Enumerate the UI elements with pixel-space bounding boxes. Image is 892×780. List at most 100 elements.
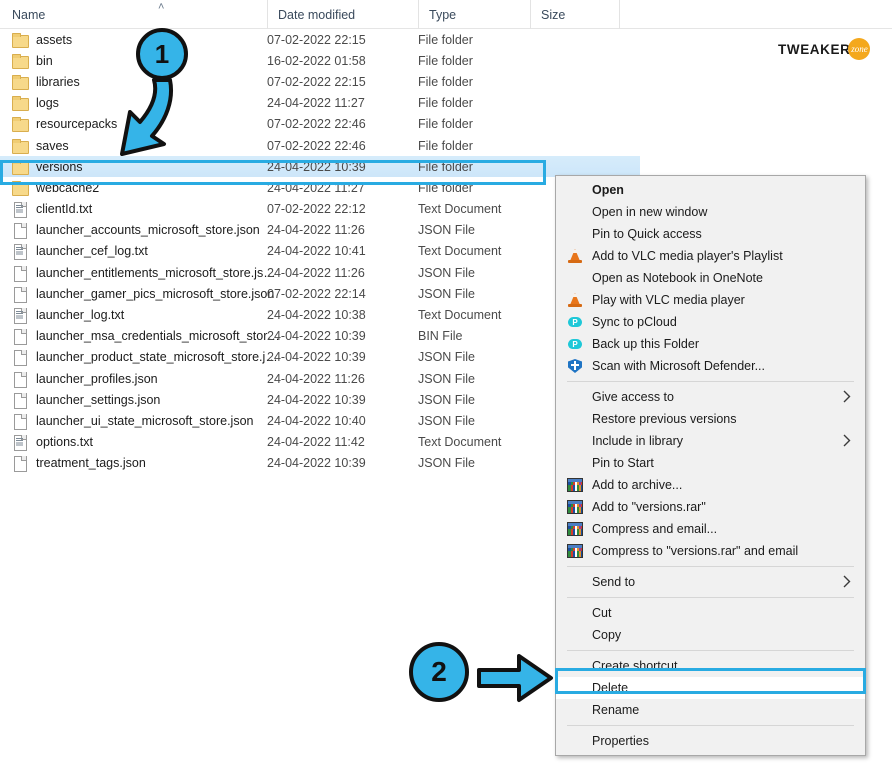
callout-arrow-1-icon	[120, 78, 173, 156]
column-header-size[interactable]: Size	[530, 0, 619, 29]
context-menu-item[interactable]: Add to archive...	[556, 474, 865, 496]
context-menu-item[interactable]: Pin to Quick access	[556, 223, 865, 245]
context-menu-item-label: Pin to Quick access	[592, 227, 702, 241]
file-row[interactable]: launcher_cef_log.txt 24-04-2022 10:41 Text…	[0, 241, 640, 262]
column-header-name[interactable]: Name ˄	[0, 0, 267, 29]
context-menu-item[interactable]: Restore previous versions	[556, 408, 865, 430]
file-name-cell: options.txt	[12, 432, 93, 453]
file-name-label: saves	[36, 138, 69, 153]
file-type: JSON File	[418, 413, 475, 428]
folder-icon	[12, 74, 29, 90]
file-name-label: resourcepacks	[36, 117, 118, 132]
file-type: File folder	[418, 138, 473, 153]
column-header-date-label: Date modified	[278, 7, 356, 22]
file-name-label: launcher_cef_log.txt	[36, 244, 148, 259]
file-date-modified: 16-02-2022 01:58	[267, 53, 366, 68]
callout-badge-2: 2	[409, 642, 469, 702]
context-menu-item[interactable]: Open	[556, 179, 865, 201]
context-menu-item[interactable]: Delete	[556, 677, 865, 699]
file-row[interactable]: resourcepacks 07-02-2022 22:46 File folder	[0, 114, 640, 135]
context-menu-item[interactable]: Properties	[556, 730, 865, 752]
file-row[interactable]: treatment_tags.json 24-04-2022 10:39 JSON …	[0, 453, 640, 474]
column-header-name-label: Name	[12, 7, 46, 22]
file-row[interactable]: launcher_entitlements_microsoft_store.js…	[0, 262, 640, 283]
context-menu-item[interactable]: P Sync to pCloud	[556, 311, 865, 333]
file-row[interactable]: launcher_product_state_microsoft_store.j…	[0, 347, 640, 368]
context-menu-item[interactable]: Compress and email...	[556, 518, 865, 540]
context-menu-item-label: Include in library	[592, 434, 684, 448]
file-name-cell: launcher_profiles.json	[12, 368, 158, 389]
context-menu-item-label: Back up this Folder	[592, 337, 699, 351]
file-name-cell: launcher_entitlements_microsoft_store.js…	[12, 262, 276, 283]
file-row[interactable]: launcher_profiles.json 24-04-2022 11:26 JS…	[0, 368, 640, 389]
file-type: Text Document	[418, 308, 502, 323]
file-type: JSON File	[418, 371, 475, 386]
folder-icon	[12, 32, 29, 48]
context-menu-item[interactable]: Play with VLC media player	[556, 289, 865, 311]
context-menu-item[interactable]: Pin to Start	[556, 452, 865, 474]
file-row[interactable]: launcher_log.txt 24-04-2022 10:38 Text Doc…	[0, 304, 640, 325]
generic-file-icon	[12, 392, 28, 409]
column-header-date-modified[interactable]: Date modified	[267, 0, 418, 29]
file-row[interactable]: versions 24-04-2022 10:39 File folder	[0, 156, 640, 178]
context-menu-item[interactable]: Compress to "versions.rar" and email	[556, 540, 865, 562]
file-type: File folder	[418, 96, 473, 111]
context-menu-item-label: Cut	[592, 606, 612, 620]
file-name-label: assets	[36, 32, 73, 47]
file-name-label: launcher_product_state_microsoft_store.j…	[36, 350, 278, 365]
file-name-label: treatment_tags.json	[36, 456, 146, 471]
context-menu-item[interactable]: Scan with Microsoft Defender...	[556, 355, 865, 377]
context-menu-item[interactable]: Open as Notebook in OneNote	[556, 267, 865, 289]
file-type: File folder	[418, 117, 473, 132]
context-menu-item[interactable]: Rename	[556, 699, 865, 721]
file-name-label: launcher_settings.json	[36, 392, 161, 407]
generic-file-icon	[12, 349, 28, 367]
context-menu-item[interactable]: Give access to	[556, 386, 865, 408]
context-menu-item[interactable]: Add to VLC media player's Playlist	[556, 245, 865, 267]
file-type: JSON File	[418, 392, 475, 407]
file-type: Text Document	[418, 435, 502, 450]
file-date-modified: 24-04-2022 10:38	[267, 308, 366, 323]
context-menu-item-label: Add to "versions.rar"	[592, 500, 706, 514]
file-row[interactable]: launcher_settings.json 24-04-2022 10:39 JS…	[0, 389, 640, 410]
generic-file-icon	[12, 265, 28, 282]
context-menu-item[interactable]: Copy	[556, 624, 865, 646]
context-menu-item[interactable]: Include in library	[556, 430, 865, 452]
file-row[interactable]: saves 07-02-2022 22:46 File folder	[0, 135, 640, 156]
file-type: File folder	[418, 159, 473, 174]
file-row[interactable]: launcher_gamer_pics_microsoft_store.json…	[0, 283, 640, 304]
generic-file-icon	[12, 371, 28, 388]
folder-icon	[12, 116, 29, 133]
file-name-label: launcher_entitlements_microsoft_store.js…	[36, 265, 276, 280]
file-row[interactable]: logs 24-04-2022 11:27 File folder	[0, 93, 640, 114]
context-menu-item[interactable]: Add to "versions.rar"	[556, 496, 865, 518]
file-type: File folder	[418, 53, 473, 68]
context-menu-item[interactable]: Cut	[556, 602, 865, 624]
file-row[interactable]: libraries 07-02-2022 22:15 File folder	[0, 71, 640, 92]
file-row[interactable]: webcache2 24-04-2022 11:27 File folder	[0, 177, 640, 198]
file-row[interactable]: launcher_accounts_microsoft_store.json 24…	[0, 220, 640, 241]
context-menu-item[interactable]: Send to	[556, 571, 865, 593]
file-name-label: versions	[36, 159, 83, 174]
file-row[interactable]: launcher_ui_state_microsoft_store.json 24…	[0, 410, 640, 431]
file-type: JSON File	[418, 456, 475, 471]
context-menu-item[interactable]: P Back up this Folder	[556, 333, 865, 355]
file-row[interactable]: launcher_msa_credentials_microsoft_stor……	[0, 326, 640, 347]
context-menu[interactable]: Open Open in new window Pin to Quick acces…	[555, 175, 866, 756]
file-row[interactable]: assets 07-02-2022 22:15 File folder	[0, 29, 640, 50]
context-menu-item[interactable]: Create shortcut	[556, 655, 865, 677]
file-row[interactable]: bin 16-02-2022 01:58 File folder	[0, 50, 640, 71]
file-date-modified: 24-04-2022 10:39	[267, 456, 366, 471]
sort-ascending-caret-icon: ˄	[158, 1, 165, 13]
file-name-label: launcher_profiles.json	[36, 371, 158, 386]
text-document-icon	[12, 434, 28, 452]
context-menu-item[interactable]: Open in new window	[556, 201, 865, 223]
context-menu-item-label: Open	[592, 183, 624, 197]
file-row[interactable]: clientId.txt 07-02-2022 22:12 Text Documen…	[0, 199, 640, 220]
logo-text: TWEAKER	[778, 41, 851, 57]
context-menu-item-label: Compress to "versions.rar" and email	[592, 544, 799, 558]
context-menu-item-label: Rename	[592, 703, 640, 717]
file-row[interactable]: options.txt 24-04-2022 11:42 Text Document	[0, 432, 640, 453]
column-header-type[interactable]: Type	[418, 0, 530, 29]
column-header-type-label: Type	[429, 7, 457, 22]
